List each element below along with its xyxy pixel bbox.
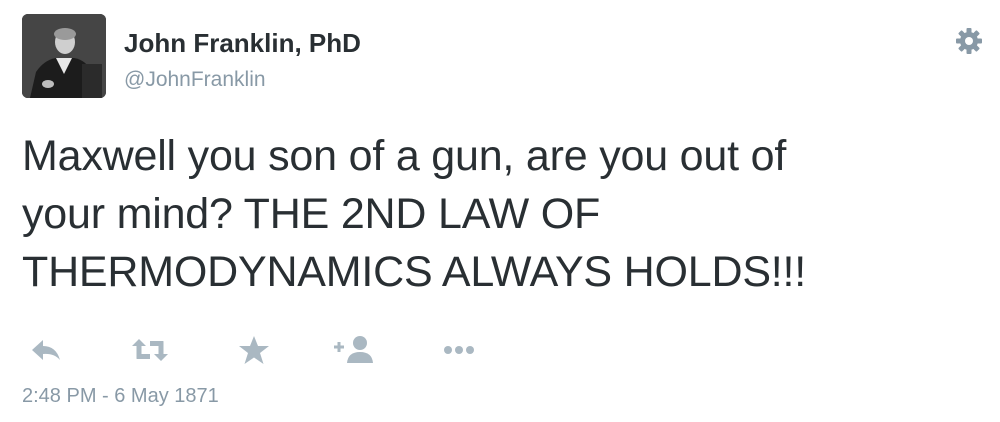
display-name[interactable]: John Franklin, PhD <box>124 27 361 59</box>
tweet-timestamp[interactable]: 2:48 PM - 6 May 1871 <box>22 382 219 410</box>
tweet-text-line: your mind? THE 2ND LAW OF <box>22 190 601 238</box>
tweet-text: Maxwell you son of a gun, are you out of… <box>22 127 982 301</box>
favorite-button[interactable] <box>232 330 276 370</box>
tweet-text-line: THERMODYNAMICS ALWAYS HOLDS!!! <box>22 248 807 296</box>
reply-button[interactable] <box>26 330 70 370</box>
follow-add-user-icon <box>334 336 373 363</box>
retweet-button[interactable] <box>128 330 172 370</box>
more-button[interactable] <box>438 330 482 370</box>
tweet-card: John Franklin, PhD @JohnFranklin Maxwell… <box>0 0 1000 422</box>
follow-button[interactable] <box>332 330 376 370</box>
more-dots-icon <box>444 346 474 354</box>
gear-icon[interactable] <box>952 24 986 58</box>
user-handle[interactable]: @JohnFranklin <box>124 66 266 94</box>
avatar[interactable] <box>22 14 106 98</box>
reply-icon <box>32 340 60 360</box>
favorite-star-icon <box>239 336 269 364</box>
tweet-text-line: Maxwell you son of a gun, are you out of <box>22 132 787 180</box>
portrait-avatar-icon <box>22 14 106 98</box>
retweet-icon <box>132 339 168 361</box>
